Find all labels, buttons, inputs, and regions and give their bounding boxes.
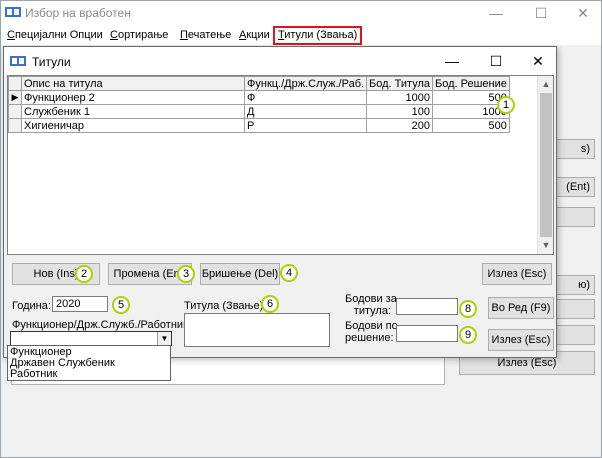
scroll-down-arrow-icon[interactable]: ▼	[538, 238, 554, 252]
app-icon	[5, 7, 21, 17]
callout-4: 4	[280, 264, 298, 282]
next-button[interactable]: Во Ред (F9)	[488, 297, 554, 319]
points-decision-input[interactable]	[396, 325, 458, 342]
menu-titles[interactable]: Титули (Звања)	[273, 26, 363, 45]
cell-description[interactable]: Службеник 1	[21, 104, 245, 119]
menu-actions[interactable]: Акции	[236, 25, 273, 45]
row-selector-header	[8, 76, 22, 91]
dialog-titlebar: Титули — ☐ ✕	[4, 47, 556, 75]
menu-printing[interactable]: Печатење	[177, 25, 234, 45]
current-row-marker: ▶	[8, 90, 22, 105]
role-dropdown-list: Функционер Државен Службеник Работник	[7, 345, 171, 381]
menu-label: ортирање	[117, 29, 169, 41]
outer-titlebar: Избор на вработен — ☐ ✕	[1, 1, 601, 25]
table-row[interactable]: ▶ Функционер 2 Ф 1000 500	[8, 90, 510, 105]
callout-8: 8	[459, 300, 477, 318]
dialog-minimize-button[interactable]: —	[430, 49, 474, 73]
menu-label: пецијални Опции	[14, 29, 103, 41]
grid-vertical-scrollbar[interactable]: ▲ ▼	[537, 76, 553, 254]
cell-title-points[interactable]: 200	[366, 118, 434, 133]
cell-type[interactable]: Д	[243, 104, 368, 119]
outer-menubar: Специјални Опции Сортирање Печатење Акци…	[1, 25, 601, 45]
callout-5: 5	[112, 296, 130, 314]
callout-6: 6	[261, 295, 279, 313]
cell-description[interactable]: Функционер 2	[21, 90, 245, 105]
points-decision-label-line2: решение:	[345, 332, 394, 344]
table-row[interactable]: Службеник 1 Д 100 1000	[8, 104, 510, 119]
title-label: Титула (Звање):	[184, 300, 267, 312]
scroll-up-arrow-icon[interactable]: ▲	[538, 77, 554, 91]
cell-type[interactable]: Р	[243, 118, 368, 133]
outer-minimize-button[interactable]: —	[476, 1, 516, 25]
menu-sorting[interactable]: Сортирање	[107, 25, 171, 45]
role-label: Функционер/Држ.Служб./Работник:	[12, 319, 191, 331]
callout-3: 3	[177, 265, 195, 283]
row-selector[interactable]	[8, 118, 22, 133]
column-header-description[interactable]: Опис на титула	[21, 76, 245, 91]
table-row[interactable]: Хигиеничар Р 200 500	[8, 118, 510, 133]
menu-label: итули (Звања)	[284, 29, 358, 41]
cell-description[interactable]: Хигиеничар	[21, 118, 245, 133]
menu-mnemonic: П	[180, 29, 188, 41]
exit-button-bottom[interactable]: Излез (Esc)	[488, 329, 554, 351]
table-header-row: Опис на титула Функц./Држ.Служ./Раб. Бод…	[8, 76, 510, 91]
points-title-label-line2: титула:	[353, 305, 391, 317]
menu-label: ечатење	[187, 29, 232, 41]
cell-type[interactable]: Ф	[243, 90, 368, 105]
dialog-app-icon	[10, 56, 26, 66]
menu-label: кции	[246, 29, 270, 41]
scrollbar-thumb[interactable]	[540, 93, 552, 237]
dialog-title: Титули	[32, 55, 71, 69]
titles-table: Опис на титула Функц./Држ.Служ./Раб. Бод…	[8, 76, 510, 133]
titles-grid[interactable]: Опис на титула Функц./Држ.Служ./Раб. Бод…	[7, 75, 554, 255]
chevron-down-icon[interactable]: ▼	[157, 332, 171, 345]
year-input[interactable]: 2020	[52, 296, 108, 312]
outer-window-title: Избор на вработен	[25, 6, 131, 20]
points-title-label-line1: Бодови за	[345, 293, 397, 305]
column-header-title-points[interactable]: Бод. Титула	[366, 76, 434, 91]
callout-2: 2	[75, 265, 93, 283]
menu-special-options[interactable]: Специјални Опции	[4, 25, 106, 45]
role-combobox[interactable]: ▼	[10, 331, 172, 346]
outer-maximize-button[interactable]: ☐	[521, 1, 561, 25]
points-title-input[interactable]	[396, 298, 458, 315]
outer-close-button[interactable]: ✕	[563, 1, 602, 25]
dialog-close-button[interactable]: ✕	[516, 49, 560, 73]
callout-9: 9	[459, 326, 477, 344]
dialog-maximize-button[interactable]: ☐	[474, 49, 518, 73]
menu-mnemonic: С	[110, 29, 118, 41]
delete-button[interactable]: Бришење (Del)	[200, 263, 280, 285]
column-header-type[interactable]: Функц./Држ.Служ./Раб.	[243, 76, 368, 91]
cell-title-points[interactable]: 1000	[366, 90, 434, 105]
cell-decision-points[interactable]: 500	[432, 118, 510, 133]
callout-1: 1	[497, 96, 515, 114]
column-header-decision-points[interactable]: Бод. Решение	[432, 76, 510, 91]
points-decision-label-line1: Бодови по	[345, 320, 398, 332]
role-option-worker[interactable]: Работник	[10, 369, 57, 380]
menu-mnemonic: С	[7, 29, 15, 41]
year-label: Година:	[12, 300, 51, 312]
row-selector[interactable]	[8, 104, 22, 119]
exit-button-top[interactable]: Излез (Esc)	[482, 263, 552, 285]
title-input[interactable]	[184, 313, 330, 347]
cell-title-points[interactable]: 100	[366, 104, 434, 119]
